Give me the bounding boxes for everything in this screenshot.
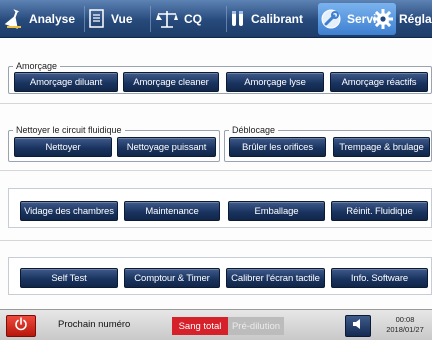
toolbar-divider	[150, 6, 151, 32]
nettoyer-button[interactable]: Nettoyer	[14, 137, 112, 157]
clock: 00:08 2018/01/27	[380, 315, 430, 335]
tab-calibrant[interactable]: Calibrant	[230, 3, 303, 35]
comptour-timer-button[interactable]: Comptour & Timer	[124, 268, 220, 288]
mode-pre-dilution[interactable]: Pré-dilution	[228, 317, 284, 335]
tab-reglage[interactable]: Réglage	[372, 3, 432, 35]
tab-analyse-label: Analyse	[29, 12, 76, 26]
tab-reglage-label: Réglage	[399, 12, 432, 26]
amorcage-lyse-button[interactable]: Amorçage lyse	[226, 72, 324, 92]
speaker-button[interactable]	[345, 315, 371, 337]
clock-date: 2018/01/27	[386, 325, 424, 334]
power-button[interactable]	[6, 315, 36, 337]
reinit-fluidique-button[interactable]: Réinit. Fluidique	[331, 201, 428, 221]
trempage-brulage-button[interactable]: Trempage & brulage	[333, 137, 430, 157]
section-divider	[0, 240, 432, 241]
toolbar-divider	[84, 6, 85, 32]
bruler-orifices-button[interactable]: Brûler les orifices	[229, 137, 326, 157]
clock-time: 00:08	[395, 315, 415, 324]
nettoyer-legend: Nettoyer le circuit fluidique	[16, 125, 122, 135]
flask-icon	[4, 8, 24, 30]
calibrer-ecran-button[interactable]: Calibrer l'écran tactile	[226, 268, 325, 288]
service-content: Amorçage Amorçage diluant Amorçage clean…	[0, 38, 432, 309]
tab-calibrant-label: Calibrant	[251, 12, 304, 26]
info-software-button[interactable]: Info. Software	[331, 268, 428, 288]
status-bar: Prochain numéro Sang total Pré-dilution …	[0, 309, 432, 340]
self-test-button[interactable]: Self Test	[20, 268, 118, 288]
section-divider	[0, 170, 432, 171]
amorcage-cleaner-button[interactable]: Amorçage cleaner	[123, 72, 219, 92]
speaker-icon	[351, 317, 365, 336]
gear-icon	[372, 8, 394, 30]
tab-cq-label: CQ	[184, 12, 202, 26]
wrench-globe-icon	[320, 8, 342, 30]
amorcage-reactifs-button[interactable]: Amorçage réactifs	[330, 72, 428, 92]
amorcage-diluant-button[interactable]: Amorçage diluant	[14, 72, 118, 92]
document-icon	[88, 8, 106, 30]
balance-icon	[155, 8, 179, 30]
tab-cq[interactable]: CQ	[155, 3, 202, 35]
tab-vue[interactable]: Vue	[88, 3, 133, 35]
mode-sang-total[interactable]: Sang total	[172, 317, 228, 335]
amorcage-legend: Amorçage	[16, 61, 58, 71]
tab-analyse[interactable]: Analyse	[4, 3, 75, 35]
next-number-label: Prochain numéro	[58, 319, 131, 330]
tab-vue-label: Vue	[111, 12, 133, 26]
deblocage-legend: Déblocage	[232, 125, 276, 135]
main-toolbar: Analyse Vue CQ Calibrant Service Réglage	[0, 0, 432, 38]
section-divider	[0, 103, 432, 104]
vidage-chambres-button[interactable]: Vidage des chambres	[20, 201, 118, 221]
emballage-button[interactable]: Emballage	[228, 201, 325, 221]
vials-icon	[230, 8, 246, 30]
power-icon	[14, 316, 28, 336]
nettoyage-puissant-button[interactable]: Nettoyage puissant	[117, 137, 216, 157]
toolbar-divider	[226, 6, 227, 32]
maintenance-button[interactable]: Maintenance	[124, 201, 220, 221]
